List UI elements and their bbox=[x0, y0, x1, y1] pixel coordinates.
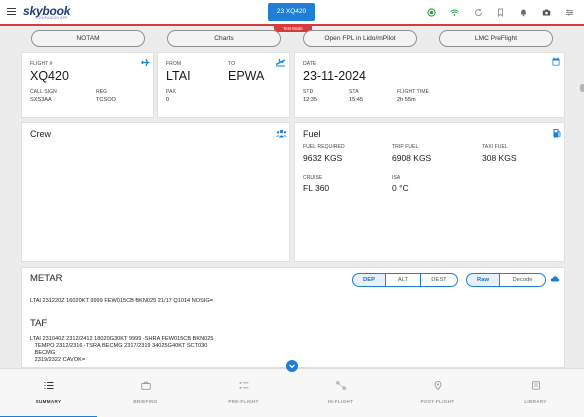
nav-summary-label: SUMMARY bbox=[35, 399, 62, 404]
charts-button[interactable]: Charts bbox=[167, 30, 281, 47]
flight-time-value: 2h 55m bbox=[397, 97, 416, 103]
scroll-down-button[interactable] bbox=[286, 360, 298, 372]
sync-icon[interactable] bbox=[474, 8, 483, 17]
pax-label: PAX bbox=[166, 89, 176, 95]
nav-preflight-label: PRE-FLIGHT bbox=[228, 399, 259, 404]
fuel-title: Fuel bbox=[303, 129, 321, 139]
fuel-required-label: FUEL REQUIRED bbox=[303, 144, 345, 150]
fuel-pump-icon bbox=[553, 128, 561, 140]
tab-dest[interactable]: DEST bbox=[420, 273, 458, 287]
sta-value: 15:45 bbox=[349, 97, 363, 103]
fuel-card: Fuel FUEL REQUIRED 9632 KGS TRIP FUEL 69… bbox=[294, 122, 565, 262]
sta-label: STA bbox=[349, 89, 359, 95]
raw-toggle[interactable]: Raw bbox=[466, 273, 500, 287]
to-label: TO bbox=[228, 61, 236, 67]
trip-fuel-value: 6908 KGS bbox=[392, 153, 432, 163]
cruise-value: FL 360 bbox=[303, 183, 330, 193]
flight-time-label: FLIGHT TIME bbox=[397, 89, 430, 95]
nav-inflight-label: IN-FLIGHT bbox=[327, 399, 354, 404]
nav-briefing-label: BRIEFING bbox=[133, 399, 158, 404]
nav-postflight-label: POST-FLIGHT bbox=[420, 399, 455, 404]
isa-label: ISA bbox=[392, 175, 401, 181]
route-icon bbox=[292, 381, 389, 392]
std-value: 12:35 bbox=[303, 97, 317, 103]
checklist-icon bbox=[195, 381, 292, 392]
nav-library[interactable]: LIBRARY bbox=[487, 369, 584, 417]
bottom-navigation: SUMMARY BRIEFING PRE-FLIGHT IN-FLIGHT PO… bbox=[0, 368, 584, 417]
app-logo-subtitle: COMPANION APP bbox=[36, 16, 68, 20]
notam-button[interactable]: NOTAM bbox=[31, 30, 145, 47]
flight-number-label: FLIGHT # bbox=[30, 61, 53, 67]
side-handle[interactable] bbox=[580, 84, 584, 92]
from-airport: LTAI bbox=[166, 69, 191, 83]
taxi-fuel-label: TAXI FUEL bbox=[482, 144, 508, 150]
nav-briefing[interactable]: BRIEFING bbox=[97, 369, 194, 417]
weather-cloud-icon[interactable] bbox=[550, 275, 560, 285]
flight-date: 23-11-2024 bbox=[303, 69, 367, 83]
crew-title: Crew bbox=[30, 129, 52, 139]
metar-raw-text: LTAI 231220Z 16020KT 9999 FEW015CB BKN02… bbox=[30, 298, 213, 304]
chevron-down-icon bbox=[289, 364, 295, 369]
callsign-label: CALL SIGN bbox=[30, 89, 57, 95]
app-header: skybook COMPANION APP 23 XQ420 bbox=[0, 0, 584, 26]
tab-dep[interactable]: DEP bbox=[352, 273, 386, 287]
trip-fuel-label: TRIP FUEL bbox=[392, 144, 419, 150]
taf-title: TAF bbox=[30, 318, 48, 329]
decode-toggle[interactable]: Decode bbox=[500, 273, 546, 287]
bell-icon[interactable] bbox=[519, 8, 528, 17]
to-airport: EPWA bbox=[228, 69, 265, 83]
camera-icon[interactable] bbox=[542, 8, 551, 17]
menu-icon[interactable] bbox=[7, 8, 16, 15]
list-icon bbox=[0, 381, 97, 392]
plane-icon bbox=[141, 58, 150, 69]
reg-label: REG bbox=[96, 89, 108, 95]
nav-inflight[interactable]: IN-FLIGHT bbox=[292, 369, 389, 417]
pax-value: 0 bbox=[166, 97, 170, 103]
metar-title: METAR bbox=[30, 273, 63, 284]
nav-postflight[interactable]: POST-FLIGHT bbox=[389, 369, 486, 417]
calendar-icon bbox=[552, 57, 560, 68]
bookmark-icon[interactable] bbox=[496, 8, 505, 18]
date-label: DATE bbox=[303, 61, 317, 67]
from-label: FROM bbox=[166, 61, 182, 67]
std-label: STD bbox=[303, 89, 314, 95]
isa-value: 0 °C bbox=[392, 183, 409, 193]
nav-preflight[interactable]: PRE-FLIGHT bbox=[195, 369, 292, 417]
location-pin-icon bbox=[389, 381, 486, 392]
settings-sliders-icon[interactable] bbox=[565, 8, 574, 17]
callsign-value: SXS3AA bbox=[30, 97, 52, 103]
reg-value: TCSOO bbox=[96, 97, 116, 103]
fuel-required-value: 9632 KGS bbox=[303, 153, 343, 163]
flight-selector-button[interactable]: 23 XQ420 bbox=[268, 3, 315, 21]
date-card: DATE 23-11-2024 STD 12:35 STA 15:45 FLIG… bbox=[294, 52, 565, 118]
tab-alt[interactable]: ALT bbox=[386, 273, 420, 287]
nav-summary[interactable]: SUMMARY bbox=[0, 369, 97, 417]
taxi-fuel-value: 308 KGS bbox=[482, 153, 517, 163]
route-card: FROM TO LTAI EPWA PAX 0 bbox=[157, 52, 290, 118]
lmc-preflight-button[interactable]: LMC PreFlight bbox=[439, 30, 553, 47]
library-book-icon bbox=[487, 381, 584, 392]
status-ok-icon[interactable] bbox=[427, 8, 436, 17]
taf-raw-text: LTAI 231040Z 2312/2412 18020G30KT 9999 -… bbox=[30, 336, 214, 363]
open-fpl-button[interactable]: Open FPL in Lido/mPilot bbox=[303, 30, 417, 47]
wifi-icon[interactable] bbox=[450, 8, 459, 17]
briefcase-icon bbox=[97, 381, 194, 392]
crew-group-icon bbox=[276, 129, 287, 140]
crew-card: Crew bbox=[21, 122, 290, 262]
cruise-label: CRUISE bbox=[303, 175, 323, 181]
nav-library-label: LIBRARY bbox=[524, 399, 547, 404]
flight-number: XQ420 bbox=[30, 69, 69, 83]
takeoff-icon bbox=[275, 57, 286, 69]
flight-card: FLIGHT # XQ420 CALL SIGN SXS3AA REG TCSO… bbox=[21, 52, 154, 118]
